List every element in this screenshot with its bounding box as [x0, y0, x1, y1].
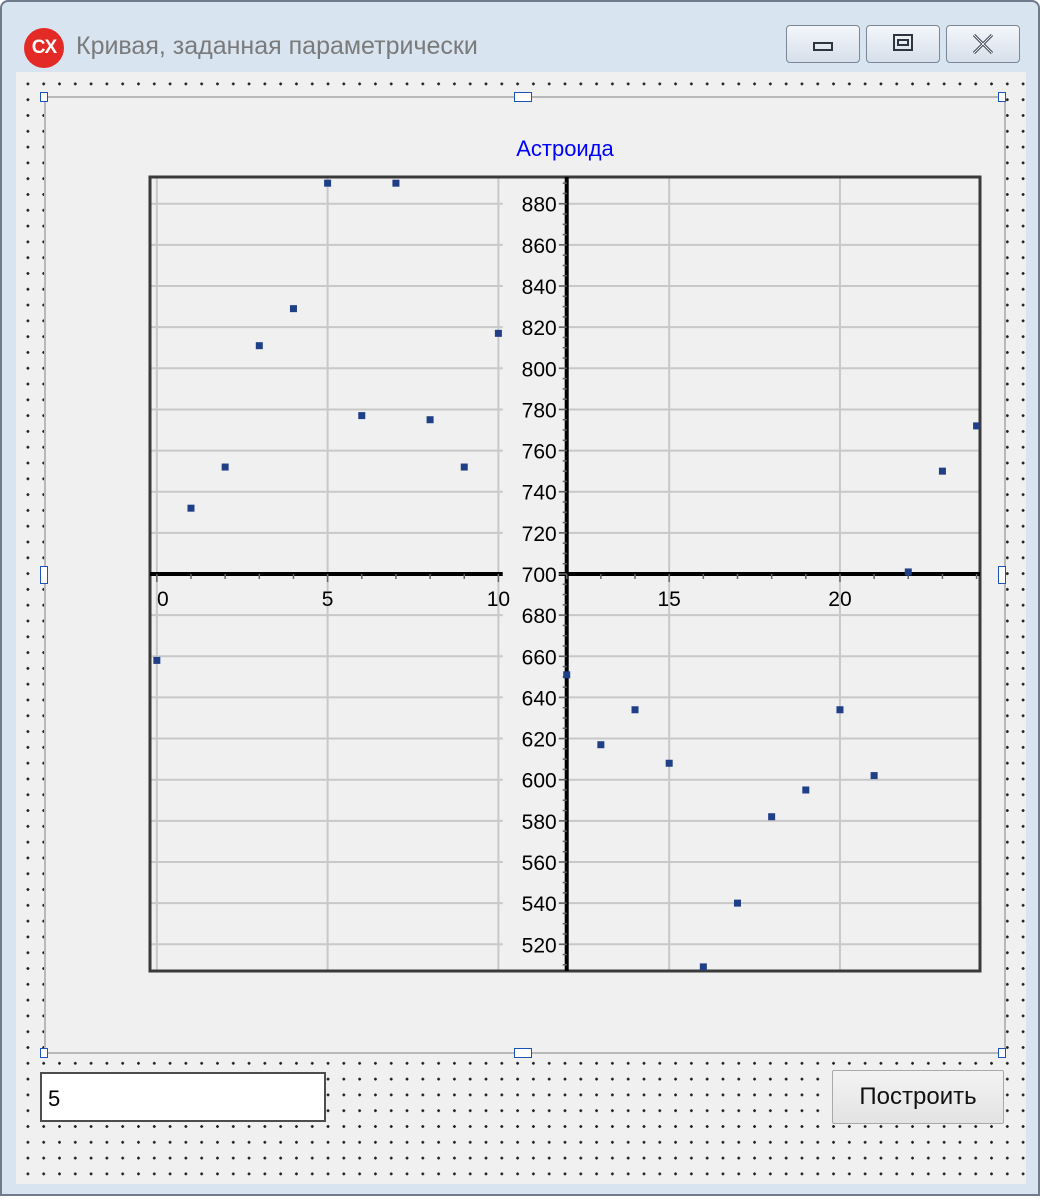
data-point	[324, 179, 332, 187]
selection-handle[interactable]	[998, 92, 1006, 102]
data-point	[460, 463, 468, 471]
data-point	[153, 656, 161, 664]
selection-handle[interactable]	[998, 566, 1006, 584]
data-point	[221, 463, 229, 471]
app-window: CX Кривая, заданная параметрически Астро…	[0, 0, 1040, 1196]
y-tick-label: 700	[522, 564, 557, 587]
parameter-input[interactable]: 5	[40, 1072, 326, 1122]
data-point	[289, 305, 297, 313]
y-tick-label: 740	[522, 482, 557, 505]
x-tick-label: 20	[828, 588, 851, 611]
y-tick-label: 540	[522, 893, 557, 916]
y-tick-label: 520	[522, 934, 557, 957]
y-tick-label: 840	[522, 276, 557, 299]
chart-panel[interactable]: Астроида 520 540 560 580 600 620 640 660 680 700 72…	[44, 96, 1006, 1054]
maximize-icon	[867, 26, 939, 67]
selection-handle[interactable]	[514, 92, 532, 102]
scatter-chart: Астроида52054056058060062064066068070072…	[148, 136, 982, 973]
y-tick-label: 800	[522, 358, 557, 381]
data-point	[187, 504, 195, 512]
y-tick-label: 640	[522, 687, 557, 710]
x-tick-label: 10	[487, 588, 510, 611]
title-bar[interactable]: CX Кривая, заданная параметрически	[2, 2, 1038, 68]
data-point	[973, 422, 981, 430]
data-point	[836, 706, 844, 714]
selection-handle[interactable]	[40, 1048, 48, 1058]
selection-handle[interactable]	[40, 92, 48, 102]
y-tick-label: 580	[522, 811, 557, 834]
y-tick-label: 560	[522, 852, 557, 875]
data-point	[904, 568, 912, 576]
y-tick-label: 780	[522, 399, 557, 422]
build-button[interactable]: Построить	[832, 1070, 1004, 1124]
close-icon	[947, 26, 1019, 67]
close-button[interactable]	[946, 25, 1020, 63]
minimize-icon	[787, 26, 859, 67]
minimize-button[interactable]	[786, 25, 860, 63]
chart-title: Астроида	[516, 136, 614, 161]
x-tick-label: 0	[157, 588, 169, 611]
y-tick-label: 620	[522, 729, 557, 752]
y-tick-label: 860	[522, 235, 557, 258]
data-point	[358, 412, 366, 420]
maximize-button[interactable]	[866, 25, 940, 63]
data-point	[665, 759, 673, 767]
window-title: Кривая, заданная параметрически	[76, 32, 478, 60]
data-point	[733, 899, 741, 907]
app-icon: CX	[24, 28, 64, 68]
data-point	[699, 963, 707, 971]
x-tick-label: 15	[657, 588, 680, 611]
data-point	[938, 467, 946, 475]
data-point	[426, 416, 434, 424]
form-client-area: Астроида 520 540 560 580 600 620 640 660 680 700 72…	[16, 72, 1026, 1184]
selection-handle[interactable]	[514, 1048, 532, 1058]
selection-handle[interactable]	[40, 566, 48, 584]
data-point	[802, 786, 810, 794]
y-tick-label: 680	[522, 605, 557, 628]
selection-handle[interactable]	[998, 1048, 1006, 1058]
data-point	[631, 706, 639, 714]
y-tick-label: 820	[522, 317, 557, 340]
x-tick-label: 5	[322, 588, 334, 611]
y-tick-label: 880	[522, 194, 557, 217]
y-tick-label: 760	[522, 441, 557, 464]
y-tick-label: 600	[522, 770, 557, 793]
data-point	[768, 813, 776, 821]
data-point	[494, 329, 502, 337]
y-tick-label: 660	[522, 646, 557, 669]
data-point	[870, 772, 878, 780]
data-point	[392, 179, 400, 187]
data-point	[597, 741, 605, 749]
y-tick-label: 720	[522, 523, 557, 546]
data-point	[563, 671, 571, 679]
data-point	[255, 342, 263, 350]
